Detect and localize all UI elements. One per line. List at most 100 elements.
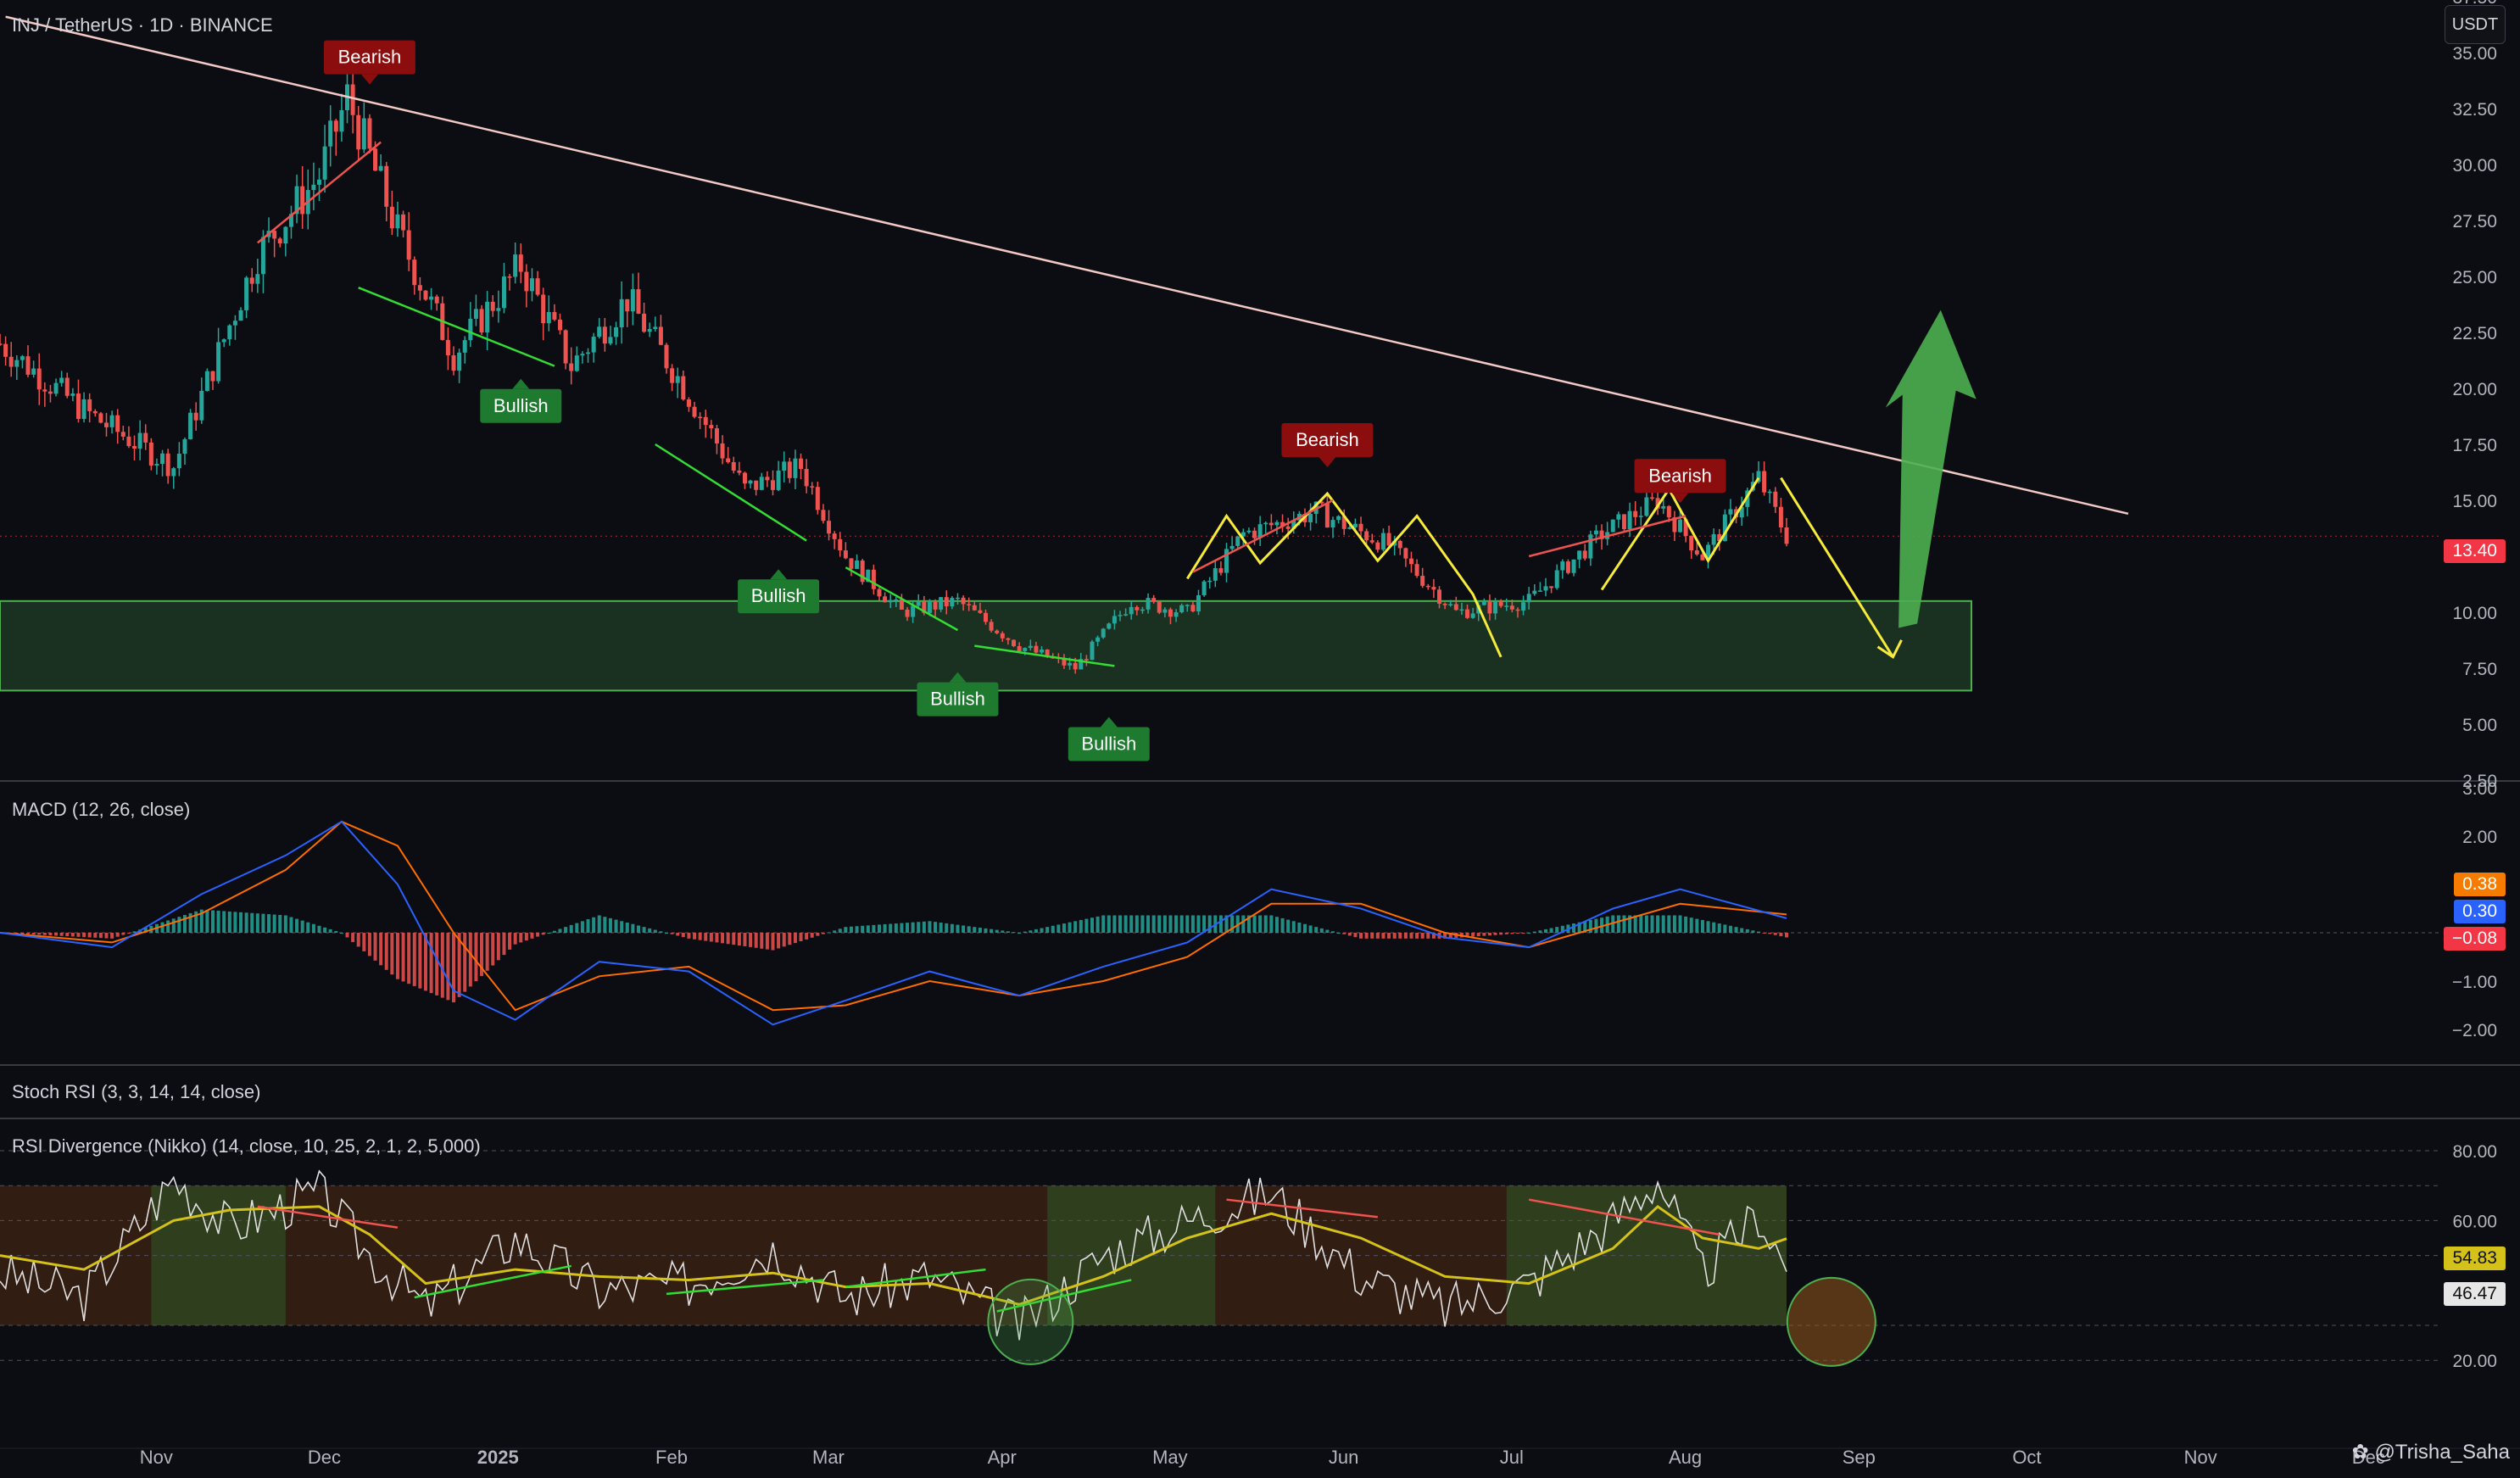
candle bbox=[182, 438, 187, 455]
macd-histogram-bar bbox=[1689, 917, 1693, 933]
macd-histogram-bar bbox=[210, 910, 215, 933]
macd-histogram-bar bbox=[1146, 915, 1151, 933]
price-tick-label: 32.50 bbox=[2452, 100, 2497, 120]
rsi-ma-badge: 54.83 bbox=[2444, 1247, 2506, 1270]
rsi-tick-label: 60.00 bbox=[2452, 1212, 2497, 1231]
macd-histogram-bar bbox=[922, 921, 926, 933]
candle bbox=[967, 604, 972, 605]
macd-histogram-bar bbox=[345, 933, 349, 938]
candle bbox=[569, 363, 574, 371]
macd-histogram-bar bbox=[536, 933, 540, 937]
macd-histogram-bar bbox=[82, 933, 86, 938]
candle bbox=[899, 599, 904, 610]
macd-histogram-bar bbox=[1426, 933, 1430, 939]
candle bbox=[1644, 497, 1649, 516]
rsi-title[interactable]: RSI Divergence (Nikko) (14, close, 10, 2… bbox=[12, 1135, 481, 1157]
candle bbox=[983, 612, 988, 622]
macd-histogram-bar bbox=[973, 927, 977, 933]
currency-button[interactable]: USDT bbox=[2445, 5, 2506, 44]
macd-histogram-bar bbox=[1096, 916, 1100, 933]
candle bbox=[132, 446, 137, 449]
macd-histogram-bar bbox=[1672, 915, 1676, 933]
candle bbox=[989, 622, 994, 631]
macd-histogram-bar bbox=[1012, 932, 1016, 934]
macd-histogram-bar bbox=[1336, 933, 1341, 934]
candle bbox=[389, 206, 394, 229]
candle bbox=[1369, 540, 1374, 543]
macd-histogram-bar bbox=[463, 933, 467, 992]
candle bbox=[406, 230, 411, 260]
candle bbox=[479, 309, 484, 333]
macd-histogram-bar bbox=[1375, 933, 1380, 939]
candle bbox=[20, 356, 25, 360]
macd-histogram-bar bbox=[984, 928, 988, 933]
macd-histogram-bar bbox=[121, 933, 125, 935]
candle bbox=[541, 294, 546, 324]
stoch-title[interactable]: Stoch RSI (3, 3, 14, 14, close) bbox=[12, 1081, 260, 1103]
candle bbox=[1274, 521, 1280, 526]
candle bbox=[995, 630, 1000, 633]
candle bbox=[1375, 542, 1380, 550]
macd-histogram-bar bbox=[524, 933, 528, 941]
candle bbox=[126, 436, 131, 447]
macd-histogram-bar bbox=[1633, 915, 1637, 933]
candle bbox=[855, 561, 860, 569]
x-axis-label: Mar bbox=[812, 1447, 845, 1468]
candle bbox=[1565, 561, 1570, 573]
candle bbox=[877, 588, 882, 597]
symbol-title[interactable]: INJ / TetherUS · 1D · BINANCE bbox=[12, 14, 273, 36]
signal-pointer bbox=[1100, 717, 1118, 728]
candle bbox=[1168, 609, 1173, 617]
macd-histogram-bar bbox=[1544, 929, 1548, 933]
macd-histogram-bar bbox=[98, 933, 103, 939]
macd-histogram-bar bbox=[1756, 931, 1760, 933]
macd-histogram-bar bbox=[1062, 923, 1066, 933]
macd-histogram-bar bbox=[838, 929, 842, 933]
candle bbox=[1633, 510, 1638, 517]
candle bbox=[244, 277, 249, 310]
signal-label: Bullish bbox=[493, 395, 549, 416]
candle bbox=[300, 186, 305, 215]
macd-histogram-bar bbox=[1269, 915, 1274, 933]
x-axis-label: Aug bbox=[1669, 1447, 1702, 1468]
candle bbox=[1330, 520, 1335, 528]
candle bbox=[1146, 598, 1151, 610]
candle bbox=[636, 289, 641, 314]
macd-histogram-bar bbox=[1347, 933, 1352, 936]
candle bbox=[490, 301, 495, 311]
candle bbox=[1621, 514, 1626, 530]
candle bbox=[1767, 491, 1772, 494]
macd-histogram-bar bbox=[1112, 915, 1117, 933]
candle bbox=[821, 510, 826, 521]
macd-histogram-bar bbox=[93, 933, 98, 938]
macd-histogram-bar bbox=[861, 925, 865, 933]
candle bbox=[31, 368, 36, 375]
candle bbox=[468, 318, 473, 341]
macd-tick-label: 2.00 bbox=[2462, 828, 2497, 847]
candle bbox=[793, 458, 798, 478]
candle bbox=[1324, 503, 1330, 528]
candle bbox=[1308, 514, 1313, 522]
macd-histogram-bar bbox=[754, 933, 758, 948]
macd-histogram-bar bbox=[390, 933, 394, 975]
x-axis-label: Dec bbox=[308, 1447, 341, 1468]
macd-histogram-bar bbox=[805, 933, 809, 940]
macd-histogram-bar bbox=[1476, 933, 1480, 937]
candle bbox=[782, 461, 787, 471]
macd-histogram-bar bbox=[575, 923, 579, 933]
candle bbox=[799, 458, 804, 470]
candle bbox=[591, 337, 596, 353]
candle bbox=[1577, 550, 1582, 560]
macd-histogram-bar bbox=[1073, 921, 1078, 933]
macd-histogram-bar bbox=[1409, 933, 1413, 939]
x-axis-label: Apr bbox=[988, 1447, 1017, 1468]
candle bbox=[87, 399, 92, 411]
macd-histogram-bar bbox=[1392, 933, 1397, 939]
candle bbox=[1762, 471, 1767, 493]
macd-histogram-bar bbox=[295, 918, 299, 933]
candle bbox=[109, 415, 114, 427]
price-tick-label: 35.00 bbox=[2452, 44, 2497, 64]
macd-histogram-bar bbox=[1135, 915, 1139, 933]
macd-title[interactable]: MACD (12, 26, close) bbox=[12, 799, 190, 821]
chart-canvas[interactable]: Bearish Bullish Bullish Bullish Bullish Beari… bbox=[0, 0, 2520, 1478]
